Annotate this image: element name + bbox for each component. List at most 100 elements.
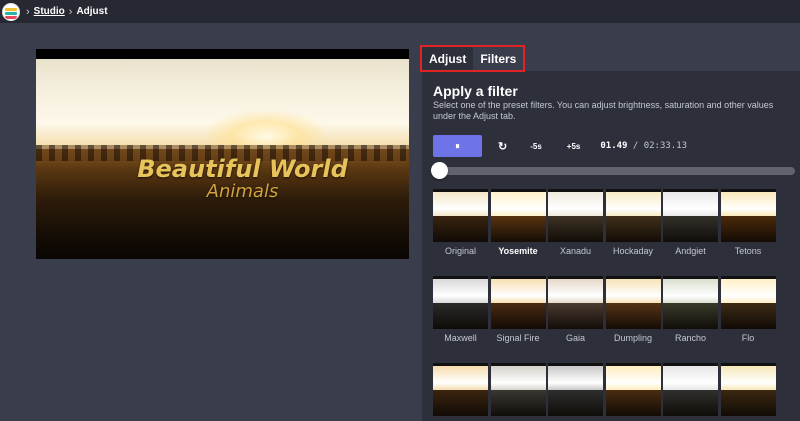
replay-button[interactable]: ↻ bbox=[498, 140, 507, 153]
filter-thumbnail[interactable] bbox=[548, 276, 603, 329]
filter-thumbnail-ground bbox=[548, 390, 603, 416]
filter-thumbnail[interactable] bbox=[548, 189, 603, 242]
current-time: 01.49 bbox=[600, 141, 628, 151]
pause-icon: ⏸ bbox=[455, 140, 460, 151]
filter-option[interactable] bbox=[663, 363, 718, 416]
filter-thumbnail[interactable] bbox=[490, 189, 546, 242]
rewind-5s-button[interactable]: -5s bbox=[530, 142, 542, 151]
filter-thumbnail-sky bbox=[490, 192, 546, 216]
filter-option[interactable]: Yosemite bbox=[490, 189, 546, 256]
filter-thumbnail-ground bbox=[548, 303, 603, 329]
chevron-right-icon: › bbox=[26, 5, 30, 18]
filter-thumbnail-sky bbox=[720, 366, 776, 390]
logo-band-yellow bbox=[5, 7, 17, 11]
filter-thumbnail[interactable] bbox=[490, 363, 546, 416]
logo-band-teal bbox=[5, 11, 17, 15]
pause-button[interactable]: ⏸ bbox=[433, 135, 482, 157]
filter-thumbnail[interactable] bbox=[663, 189, 718, 242]
filter-thumbnail-ground bbox=[490, 303, 546, 329]
filter-thumbnail-ground bbox=[720, 390, 776, 416]
tab-bar-highlight: Adjust Filters bbox=[420, 45, 526, 72]
filter-label: Gaia bbox=[565, 333, 585, 343]
filter-label: Dumpling bbox=[613, 333, 653, 343]
filter-thumbnail-ground bbox=[433, 390, 488, 416]
seek-handle[interactable] bbox=[431, 162, 449, 179]
filter-option[interactable] bbox=[548, 363, 603, 416]
filter-label: Tetons bbox=[734, 246, 762, 256]
filter-option[interactable]: Gaia bbox=[548, 276, 603, 343]
filter-option[interactable] bbox=[605, 363, 661, 416]
filter-label: Signal Fire bbox=[496, 333, 540, 343]
filter-label: Andgiet bbox=[675, 246, 706, 256]
filter-label: Xanadu bbox=[559, 246, 592, 256]
filter-option[interactable]: Signal Fire bbox=[490, 276, 546, 343]
filter-option[interactable]: Tetons bbox=[720, 189, 776, 256]
panel-description: Select one of the preset filters. You ca… bbox=[433, 100, 774, 121]
filter-option[interactable]: Flo bbox=[720, 276, 776, 343]
filter-thumbnail-ground bbox=[663, 390, 718, 416]
breadcrumb-studio-link[interactable]: Studio bbox=[34, 6, 65, 17]
filter-thumbnail[interactable] bbox=[605, 189, 661, 242]
filter-thumbnail-sky bbox=[663, 192, 718, 216]
filter-thumbnail-ground bbox=[490, 216, 546, 242]
filter-thumbnail-ground bbox=[605, 216, 661, 242]
filter-thumbnail-sky bbox=[548, 366, 603, 390]
breadcrumb: › Studio › Adjust bbox=[26, 6, 108, 18]
filter-thumbnail[interactable] bbox=[720, 276, 776, 329]
filter-thumbnail-ground bbox=[490, 390, 546, 416]
app-logo[interactable] bbox=[2, 2, 20, 21]
filter-thumbnail-sky bbox=[433, 279, 488, 303]
filter-option[interactable]: Original bbox=[433, 189, 488, 256]
filter-option[interactable]: Hockaday bbox=[605, 189, 661, 256]
filter-option[interactable] bbox=[720, 363, 776, 416]
forward-5s-button[interactable]: +5s bbox=[567, 142, 581, 151]
panel-title: Apply a filter bbox=[433, 83, 518, 99]
filter-thumbnail-sky bbox=[605, 366, 661, 390]
filter-thumbnail[interactable] bbox=[433, 189, 488, 242]
filter-thumbnail[interactable] bbox=[548, 363, 603, 416]
filter-thumbnail-ground bbox=[663, 303, 718, 329]
filter-label: Maxwell bbox=[444, 333, 477, 343]
filter-thumbnail[interactable] bbox=[720, 363, 776, 416]
filter-thumbnail-ground bbox=[605, 390, 661, 416]
time-readout: 01.49 / 02:33.13 bbox=[600, 141, 687, 151]
filter-thumbnail[interactable] bbox=[490, 276, 546, 329]
filter-option[interactable]: Maxwell bbox=[433, 276, 488, 343]
filter-thumbnail[interactable] bbox=[720, 189, 776, 242]
filter-thumbnail-sky bbox=[433, 192, 488, 216]
filter-option[interactable] bbox=[490, 363, 546, 416]
breadcrumb-current: Adjust bbox=[76, 6, 108, 17]
tab-adjust[interactable]: Adjust bbox=[422, 47, 474, 70]
filter-option[interactable]: Xanadu bbox=[548, 189, 603, 256]
video-title-text: Beautiful World bbox=[137, 155, 348, 183]
filter-option[interactable] bbox=[433, 363, 488, 416]
filter-label: Rancho bbox=[674, 333, 707, 343]
seek-track[interactable] bbox=[433, 167, 795, 175]
filter-thumbnail-sky bbox=[548, 192, 603, 216]
filter-option[interactable]: Dumpling bbox=[605, 276, 661, 343]
filter-thumbnail-sky bbox=[720, 192, 776, 216]
filter-grid: Original Yosemite Xanadu Hockaday Andgiet Tet… bbox=[433, 189, 800, 421]
filter-thumbnail-ground bbox=[605, 303, 661, 329]
filter-label: Yosemite bbox=[498, 246, 538, 256]
filter-thumbnail-sky bbox=[720, 279, 776, 303]
filter-thumbnail-sky bbox=[490, 279, 546, 303]
filter-thumbnail[interactable] bbox=[433, 276, 488, 329]
video-subtitle-text: Animals bbox=[206, 181, 279, 202]
video-preview[interactable]: Beautiful World Animals bbox=[36, 49, 409, 259]
filter-thumbnail-ground bbox=[720, 303, 776, 329]
filter-thumbnail[interactable] bbox=[605, 276, 661, 329]
filter-thumbnail[interactable] bbox=[605, 363, 661, 416]
chevron-right-icon: › bbox=[68, 5, 73, 18]
filter-thumbnail[interactable] bbox=[663, 276, 718, 329]
filter-option[interactable]: Rancho bbox=[663, 276, 718, 343]
filter-thumbnail[interactable] bbox=[663, 363, 718, 416]
filter-thumbnail-ground bbox=[433, 303, 488, 329]
logo-band-red bbox=[5, 15, 17, 19]
tab-filters[interactable]: Filters bbox=[473, 47, 524, 70]
filter-label: Hockaday bbox=[612, 246, 654, 256]
filter-thumbnail-sky bbox=[490, 366, 546, 390]
filter-option[interactable]: Andgiet bbox=[663, 189, 718, 256]
filter-thumbnail[interactable] bbox=[433, 363, 488, 416]
filter-thumbnail-ground bbox=[433, 216, 488, 242]
